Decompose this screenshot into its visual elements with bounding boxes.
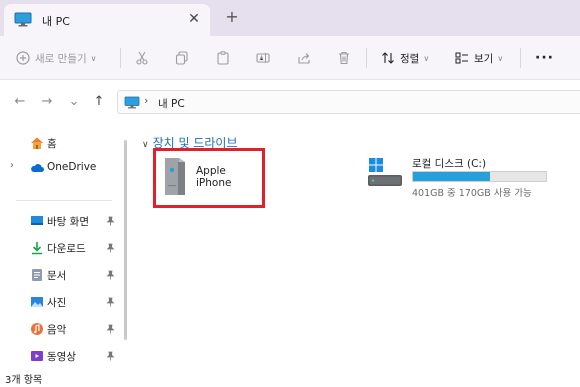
pictures-icon <box>30 295 44 309</box>
pin-icon[interactable] <box>106 351 115 364</box>
rename-icon <box>256 51 270 65</box>
back-icon[interactable]: ← <box>11 94 29 110</box>
chevron-down-icon: ∨ <box>142 140 149 150</box>
plus-circle-icon <box>16 51 30 65</box>
device-icon <box>159 155 189 200</box>
content-pane: ∨ 장치 및 드라이브 Apple iPhone 로컬 디스크 (C:) 401… <box>130 124 580 369</box>
chevron-down-icon: ∨ <box>497 53 504 63</box>
chevron-down-icon: ∨ <box>423 53 430 63</box>
download-icon <box>30 241 44 255</box>
breadcrumb-separator: › <box>144 94 149 107</box>
toolbar-divider <box>520 48 521 68</box>
sidebar-item-label: OneDrive <box>47 161 97 173</box>
sidebar-divider <box>16 200 112 201</box>
tab-title: 내 PC <box>42 15 70 28</box>
drive-usage-bar <box>412 171 547 182</box>
sidebar-item-downloads[interactable]: 다운로드 <box>0 237 121 259</box>
sidebar-item-videos[interactable]: 동영상 <box>0 345 121 367</box>
sidebar-item-desktop[interactable]: 바탕 화면 <box>0 210 121 232</box>
device-name: Apple iPhone <box>196 165 232 189</box>
sidebar-item-music[interactable]: 음악 <box>0 318 121 340</box>
copy-button[interactable] <box>175 48 189 68</box>
sidebar-item-label: 사진 <box>47 297 67 309</box>
new-button[interactable]: 새로 만들기 ∨ <box>16 48 97 68</box>
chevron-down-icon: ∨ <box>90 53 97 63</box>
drive-usage-fill <box>413 172 490 181</box>
new-tab-icon[interactable]: + <box>223 8 241 26</box>
drive-icon <box>368 158 404 193</box>
copy-icon <box>175 51 189 65</box>
share-icon <box>297 51 311 65</box>
video-icon <box>30 349 44 363</box>
view-icon <box>455 51 469 65</box>
sidebar-item-label: 다운로드 <box>47 243 86 255</box>
monitor-icon <box>14 12 32 30</box>
paste-icon <box>216 51 230 65</box>
up-icon[interactable]: ↑ <box>90 94 108 110</box>
chevron-right-icon[interactable]: › <box>10 160 14 171</box>
sidebar-item-label: 문서 <box>47 270 67 282</box>
command-bar: 새로 만들기 ∨ 정렬 ∨ 보기 ∨ ··· <box>0 36 580 80</box>
document-icon <box>30 268 44 282</box>
tab-this-pc[interactable]: 내 PC ✕ <box>4 4 210 36</box>
view-label: 보기 <box>474 52 494 65</box>
device-tile-apple-iphone[interactable]: Apple iPhone <box>153 148 265 208</box>
desktop-icon <box>30 214 44 228</box>
drive-name: 로컬 디스크 (C:) <box>412 158 487 170</box>
sidebar-item-pictures[interactable]: 사진 <box>0 291 121 313</box>
toolbar-divider <box>366 48 367 68</box>
sort-icon <box>381 51 395 65</box>
sidebar-item-documents[interactable]: 문서 <box>0 264 121 286</box>
close-tab-icon[interactable]: ✕ <box>186 10 202 28</box>
sidebar-item-label: 음악 <box>47 324 67 336</box>
item-count: 3개 항목 <box>5 375 43 386</box>
pin-icon[interactable] <box>106 243 115 256</box>
breadcrumb[interactable]: 내 PC <box>158 96 185 111</box>
pin-icon[interactable] <box>106 297 115 310</box>
forward-icon[interactable]: → <box>38 94 56 110</box>
sidebar-item-label: 바탕 화면 <box>47 216 89 228</box>
title-bar: 내 PC ✕ + <box>0 0 580 36</box>
address-bar[interactable]: › 내 PC <box>117 90 580 114</box>
status-bar: 3개 항목 <box>0 369 580 387</box>
pin-icon[interactable] <box>106 270 115 283</box>
view-button[interactable]: 보기 ∨ <box>455 48 503 68</box>
share-button[interactable] <box>297 48 311 68</box>
delete-button[interactable] <box>337 48 351 68</box>
home-icon <box>30 136 44 150</box>
cut-icon <box>135 51 149 65</box>
sort-button[interactable]: 정렬 ∨ <box>381 48 429 68</box>
cloud-icon <box>30 161 44 175</box>
pin-icon[interactable] <box>106 216 115 229</box>
recent-locations-icon[interactable]: ⌄ <box>65 94 83 110</box>
pin-icon[interactable] <box>106 324 115 337</box>
sidebar-item-label: 동영상 <box>47 351 76 363</box>
navigation-pane: 홈 › OneDrive 바탕 화면 다운로드 문서 사진 음악 동영상 <box>0 124 121 369</box>
sidebar-item-onedrive[interactable]: › OneDrive <box>0 157 121 179</box>
drive-tile-local-disk[interactable]: 로컬 디스크 (C:) 401GB 중 170GB 사용 가능 <box>366 154 566 199</box>
sidebar-item-label: 홈 <box>47 138 57 150</box>
cut-button[interactable] <box>135 48 149 68</box>
delete-icon <box>337 51 351 65</box>
more-icon[interactable]: ··· <box>535 48 554 68</box>
music-icon <box>30 322 44 336</box>
sidebar-scrollbar[interactable] <box>124 140 127 340</box>
monitor-icon <box>124 96 140 112</box>
sort-label: 정렬 <box>400 52 420 65</box>
new-label: 새로 만들기 <box>35 52 87 65</box>
paste-button[interactable] <box>216 48 230 68</box>
toolbar-divider <box>120 48 121 68</box>
rename-button[interactable] <box>256 48 270 68</box>
drive-space-text: 401GB 중 170GB 사용 가능 <box>412 188 532 199</box>
sidebar-item-home[interactable]: 홈 <box>0 132 121 154</box>
